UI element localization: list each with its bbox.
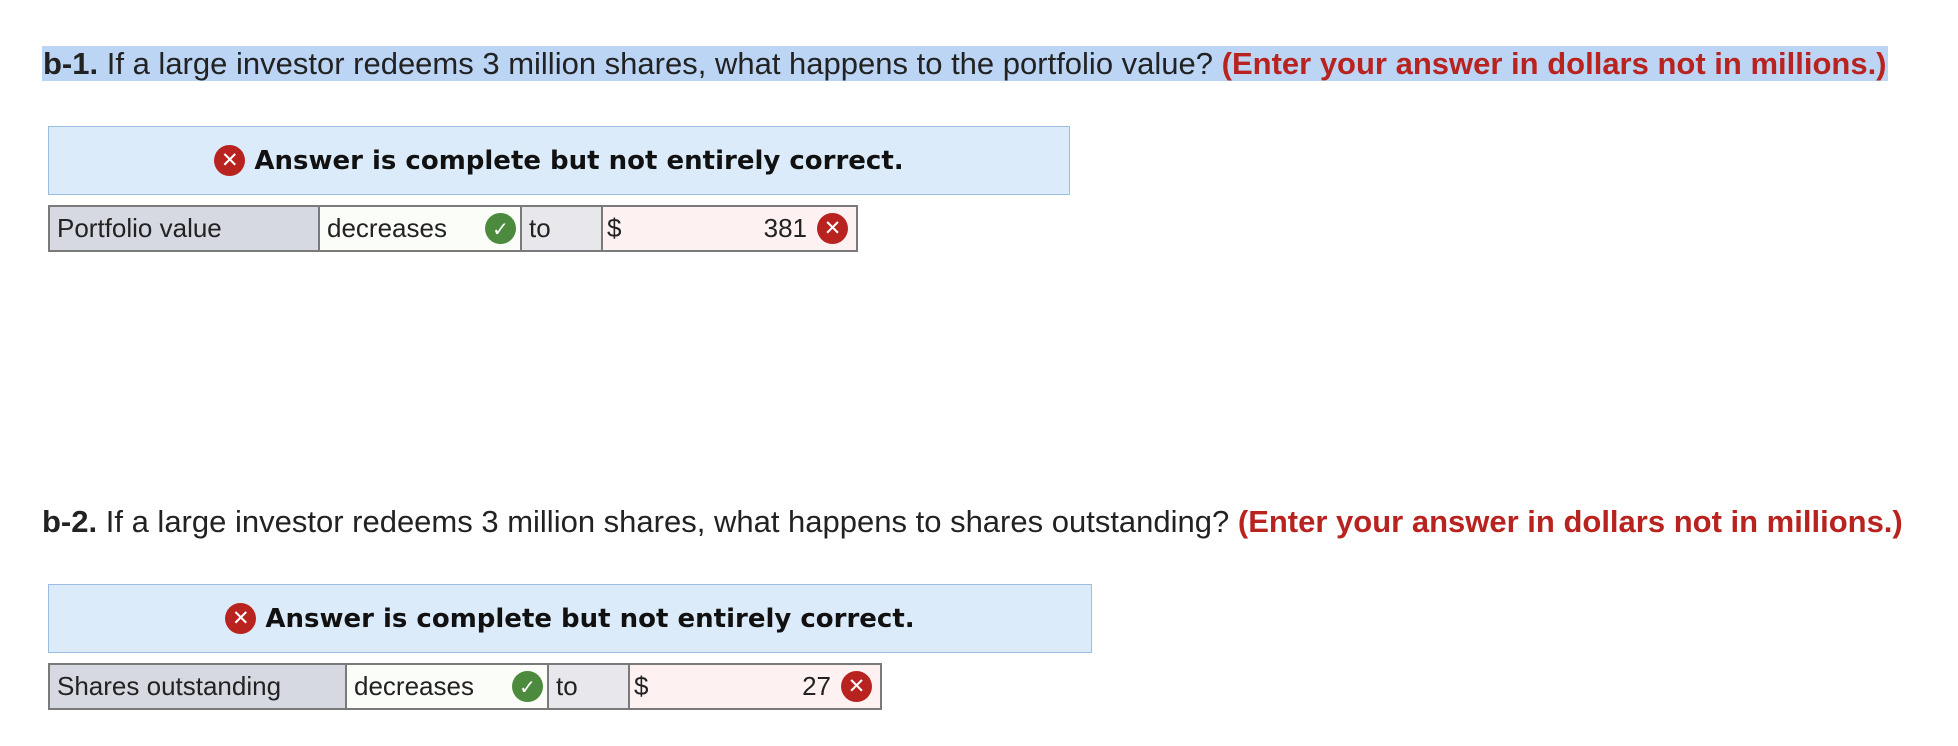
- direction-select-value: decreases: [354, 671, 474, 701]
- currency-symbol: $: [634, 671, 649, 701]
- question-b2-text: If a large investor redeems 3 million sh…: [97, 504, 1238, 539]
- amount-input[interactable]: $ 381 ✕: [603, 207, 856, 250]
- question-b2: b-2. If a large investor redeems 3 milli…: [42, 502, 1903, 542]
- answer-row-portfolio-value: Portfolio value decreases ✓ to $ 381 ✕: [48, 205, 858, 252]
- direction-select[interactable]: decreases ✓: [347, 665, 549, 708]
- feedback-banner-b1: ✕ Answer is complete but not entirely co…: [48, 126, 1070, 195]
- incorrect-icon: ✕: [841, 671, 872, 702]
- incorrect-icon: ✕: [225, 603, 257, 634]
- answer-row-shares-outstanding: Shares outstanding decreases ✓ to $ 27 ✕: [48, 663, 882, 710]
- feedback-message: Answer is complete but not entirely corr…: [254, 145, 904, 176]
- connector-label: to: [522, 207, 603, 250]
- question-b2-number: b-2.: [42, 504, 98, 539]
- connector-label: to: [549, 665, 630, 708]
- question-b1-instruction: (Enter your answer in dollars not in mil…: [1221, 46, 1887, 81]
- question-b2-instruction: (Enter your answer in dollars not in mil…: [1237, 504, 1903, 539]
- amount-value: 381: [763, 213, 807, 243]
- direction-select-value: decreases: [327, 213, 447, 243]
- question-b1-highlight: b-1. If a large investor redeems 3 milli…: [42, 46, 1888, 81]
- feedback-banner-b2: ✕ Answer is complete but not entirely co…: [48, 584, 1092, 653]
- currency-symbol: $: [607, 213, 622, 243]
- direction-select[interactable]: decreases ✓: [320, 207, 522, 250]
- question-b1: b-1. If a large investor redeems 3 milli…: [42, 44, 1888, 84]
- incorrect-icon: ✕: [214, 145, 246, 176]
- amount-value: 27: [802, 671, 831, 701]
- feedback-message: Answer is complete but not entirely corr…: [265, 603, 915, 634]
- amount-input[interactable]: $ 27 ✕: [630, 665, 880, 708]
- row-label: Portfolio value: [50, 207, 320, 250]
- correct-check-icon: ✓: [512, 671, 543, 702]
- correct-check-icon: ✓: [485, 213, 516, 244]
- question-b1-number: b-1.: [43, 46, 99, 81]
- incorrect-icon: ✕: [817, 213, 848, 244]
- question-b1-text: If a large investor redeems 3 million sh…: [98, 46, 1222, 81]
- row-label: Shares outstanding: [50, 665, 347, 708]
